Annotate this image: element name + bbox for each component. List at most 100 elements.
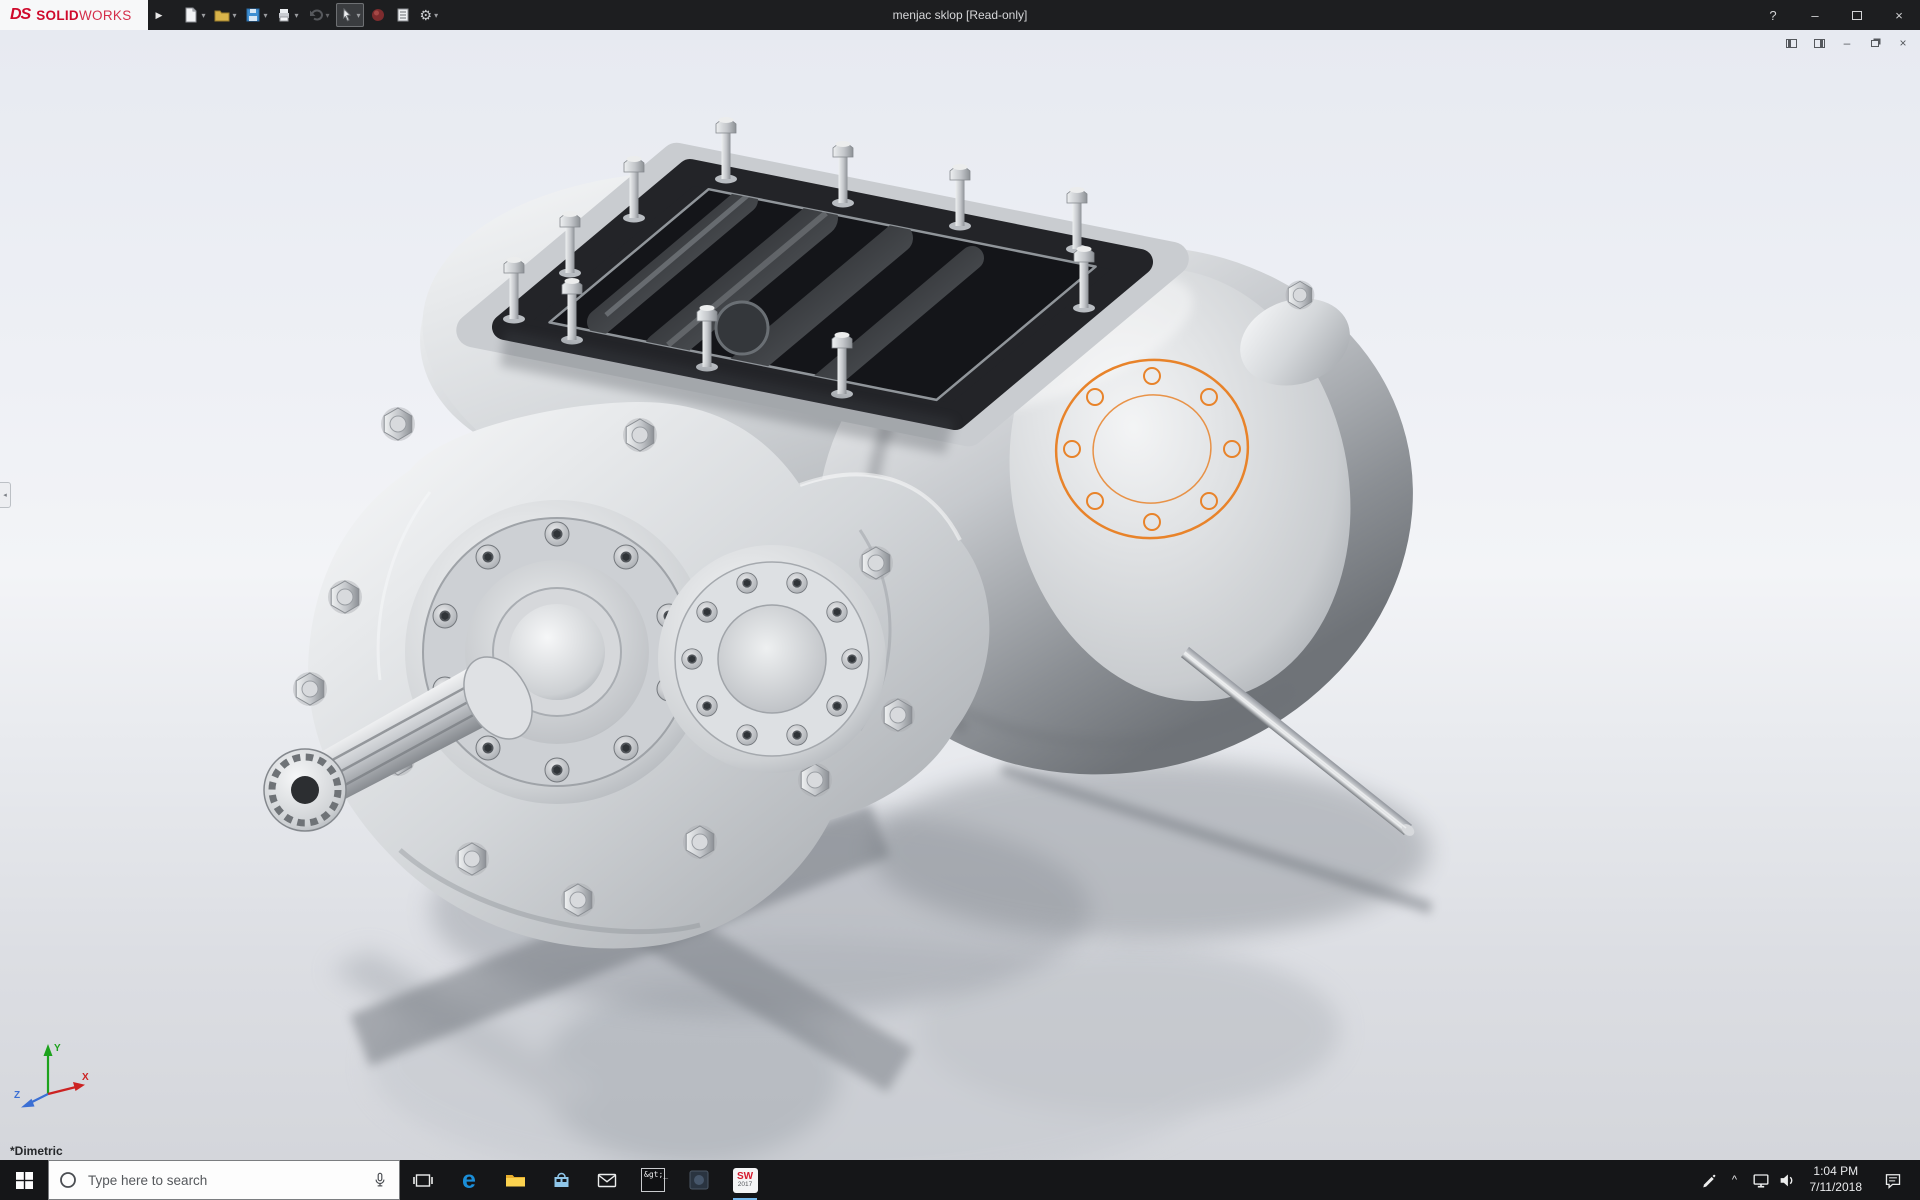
start-button[interactable] <box>0 1160 48 1200</box>
solidworks-2017-icon: SW 2017 <box>733 1168 758 1193</box>
command-prompt-button[interactable]: &gt;_ <box>630 1160 676 1200</box>
wordmark-light: WORKS <box>79 8 132 23</box>
y-axis-label: Y <box>54 1043 61 1054</box>
save-button[interactable]: ▾ <box>242 3 270 27</box>
dropdown-arrow-icon[interactable]: ▾ <box>326 11 330 20</box>
rebuild-button[interactable] <box>367 3 389 27</box>
viewport-canvas[interactable] <box>0 30 1920 1160</box>
pen-icon <box>1699 1170 1719 1190</box>
y-axis-arrow <box>44 1044 53 1056</box>
pane-right-icon[interactable] <box>1812 36 1826 50</box>
sw-icon-year: 2017 <box>738 1182 752 1189</box>
edge-button[interactable]: e <box>446 1160 492 1200</box>
open-button[interactable]: ▾ <box>211 3 239 27</box>
dropdown-arrow-icon[interactable]: ▾ <box>232 11 236 20</box>
doc-minimize-button[interactable]: – <box>1840 36 1854 50</box>
action-center-button[interactable] <box>1872 1160 1914 1200</box>
feature-panel-collapse-tab[interactable]: ◂ <box>0 482 11 508</box>
rebuild-icon <box>370 7 386 23</box>
file-properties-icon <box>395 7 411 23</box>
solidworks-logo: DS SOLIDWORKS <box>0 0 148 30</box>
bolt-circle-boss[interactable] <box>658 545 886 773</box>
chevron-up-icon: ^ <box>1732 1174 1737 1186</box>
hidden-icons-button[interactable]: ^ <box>1722 1160 1748 1200</box>
undo-button[interactable]: ▾ <box>305 3 333 27</box>
windows-ink-button[interactable] <box>1696 1160 1722 1200</box>
maximize-icon <box>1852 11 1862 20</box>
search-input[interactable] <box>86 1172 362 1189</box>
orientation-triad: Y X Z <box>12 1032 96 1116</box>
doc-restore-button[interactable] <box>1868 36 1882 50</box>
microphone-icon[interactable] <box>371 1171 389 1189</box>
mail-envelope-icon <box>596 1169 618 1191</box>
titlebar: DS SOLIDWORKS ▶ ▾ ▾ ▾ ▾ ▾ ▾ <box>0 0 1920 30</box>
network-button[interactable] <box>1748 1160 1774 1200</box>
store-bag-icon <box>550 1169 573 1191</box>
windows-logo-icon <box>16 1172 33 1189</box>
new-document-button[interactable]: ▾ <box>180 3 208 27</box>
taskbar-clock[interactable]: 1:04 PM 7/11/2018 <box>1800 1164 1873 1195</box>
x-axis-arrow <box>73 1082 85 1091</box>
solidworks-taskbar-button[interactable]: SW 2017 <box>722 1160 768 1200</box>
windows-taskbar: e &gt;_ <box>0 1160 1920 1200</box>
dark-app-button[interactable] <box>676 1160 722 1200</box>
restore-icon <box>1871 40 1879 47</box>
print-icon <box>276 7 292 23</box>
volume-icon <box>1777 1170 1797 1190</box>
doc-close-button[interactable]: × <box>1896 36 1910 50</box>
command-prompt-icon: &gt;_ <box>641 1168 665 1192</box>
ds-logo-mark: DS <box>10 6 30 24</box>
clock-time: 1:04 PM <box>1810 1164 1863 1180</box>
new-document-icon <box>183 7 199 23</box>
close-button[interactable]: × <box>1878 0 1920 30</box>
action-center-icon <box>1883 1170 1903 1190</box>
select-tool-button[interactable]: ▾ <box>336 3 364 27</box>
quick-access-toolbar: ▾ ▾ ▾ ▾ ▾ ▾ ⚙ ▾ <box>180 3 441 27</box>
wordmark-bold: SOLID <box>36 8 79 23</box>
help-button[interactable]: ? <box>1752 0 1794 30</box>
volume-button[interactable] <box>1774 1160 1800 1200</box>
print-button[interactable]: ▾ <box>273 3 301 27</box>
gear-icon: ⚙ <box>420 8 433 22</box>
cortana-circle-icon <box>59 1171 77 1189</box>
file-properties-button[interactable] <box>392 3 414 27</box>
view-orientation-label: *Dimetric <box>10 1144 63 1158</box>
select-cursor-icon <box>339 7 355 23</box>
z-axis-arrow <box>21 1099 35 1108</box>
network-icon <box>1751 1170 1771 1190</box>
dropdown-arrow-icon[interactable]: ▾ <box>201 11 205 20</box>
edge-icon: e <box>462 1168 476 1193</box>
file-explorer-icon <box>504 1169 527 1191</box>
system-tray: ^ 1:04 PM 7/11/2018 <box>1696 1160 1920 1200</box>
taskbar-search[interactable] <box>48 1160 400 1200</box>
mail-button[interactable] <box>584 1160 630 1200</box>
minimize-button[interactable]: – <box>1794 0 1836 30</box>
dark-app-icon <box>687 1168 711 1192</box>
cmd-glyph: &gt;_ <box>644 1171 668 1189</box>
dropdown-arrow-icon[interactable]: ▾ <box>434 11 438 20</box>
taskbar-app-icons: e &gt;_ <box>400 1160 768 1200</box>
open-folder-icon <box>214 7 230 23</box>
pane-right-glyph <box>1814 39 1825 48</box>
clock-date: 7/11/2018 <box>1810 1180 1863 1196</box>
pane-left-icon[interactable] <box>1784 36 1798 50</box>
solidworks-wordmark: SOLIDWORKS <box>36 8 131 23</box>
window-controls: ? – × <box>1752 0 1920 30</box>
menu-expand-arrow-icon[interactable]: ▶ <box>148 10 171 21</box>
z-axis-label: Z <box>14 1090 20 1101</box>
task-view-icon <box>412 1170 434 1191</box>
options-button[interactable]: ⚙ ▾ <box>417 3 442 27</box>
dropdown-arrow-icon[interactable]: ▾ <box>357 11 361 20</box>
store-button[interactable] <box>538 1160 584 1200</box>
document-window-controls: – × <box>1784 36 1910 50</box>
undo-icon <box>308 7 324 23</box>
dropdown-arrow-icon[interactable]: ▾ <box>294 11 298 20</box>
x-axis-label: X <box>82 1072 89 1083</box>
graphics-viewport[interactable]: – × ◂ Y X Z *Dimetric <box>0 30 1920 1160</box>
file-explorer-button[interactable] <box>492 1160 538 1200</box>
maximize-button[interactable] <box>1836 0 1878 30</box>
pane-left-glyph <box>1786 39 1797 48</box>
save-icon <box>245 7 261 23</box>
dropdown-arrow-icon[interactable]: ▾ <box>263 11 267 20</box>
task-view-button[interactable] <box>400 1160 446 1200</box>
